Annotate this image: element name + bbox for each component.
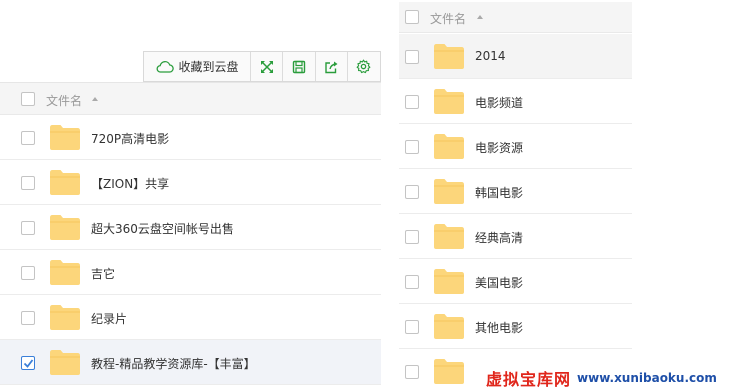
- column-header-filename[interactable]: 文件名: [46, 92, 82, 109]
- list-item[interactable]: 超大360云盘空间帐号出售: [0, 205, 381, 250]
- row-checkbox[interactable]: [405, 320, 419, 334]
- list-item-label[interactable]: 超大360云盘空间帐号出售: [91, 220, 234, 237]
- folder-icon: [434, 359, 464, 384]
- list-item[interactable]: 720P高清电影: [0, 115, 381, 160]
- list-item[interactable]: 【ZION】共享: [0, 160, 381, 205]
- list-item-label[interactable]: 电影频道: [475, 94, 523, 111]
- save-to-cloud-button[interactable]: 收藏到云盘: [144, 52, 252, 81]
- file-list-header: 文件名: [399, 2, 632, 33]
- fullscreen-button[interactable]: [251, 52, 284, 81]
- watermark-main-text: 虚拟宝库网: [486, 370, 572, 389]
- row-checkbox[interactable]: [405, 50, 419, 64]
- folder-icon: [50, 350, 80, 375]
- folder-icon: [434, 44, 464, 69]
- list-item-label[interactable]: 经典高清: [475, 229, 523, 246]
- list-item-label[interactable]: 720P高清电影: [91, 130, 169, 147]
- fullscreen-icon: [260, 60, 273, 73]
- list-item-label[interactable]: 韩国电影: [475, 184, 523, 201]
- share-icon: [324, 61, 338, 73]
- save-disk-icon: [292, 60, 306, 73]
- list-item-label[interactable]: 2014: [475, 49, 506, 63]
- row-checkbox[interactable]: [405, 230, 419, 244]
- list-item-label[interactable]: 教程-精品教学资源库-【丰富】: [91, 355, 256, 372]
- column-header-filename[interactable]: 文件名: [430, 10, 466, 27]
- file-list-header: 文件名: [0, 82, 381, 115]
- list-item[interactable]: 吉它: [0, 250, 381, 295]
- folder-icon: [434, 179, 464, 204]
- checkmark-icon: [23, 359, 34, 368]
- watermark-url: www.xunibaoku.com: [577, 371, 717, 385]
- list-item[interactable]: 经典高清: [399, 214, 632, 259]
- folder-icon: [434, 314, 464, 339]
- save-button[interactable]: [283, 52, 316, 81]
- toolbar: 收藏到云盘: [143, 51, 381, 82]
- list-item-label[interactable]: 美国电影: [475, 274, 523, 291]
- list-item[interactable]: 美国电影: [399, 259, 632, 304]
- select-all-checkbox[interactable]: [21, 92, 35, 106]
- list-item-label[interactable]: 纪录片: [91, 310, 127, 327]
- sort-asc-icon[interactable]: [92, 97, 98, 101]
- folder-icon: [50, 215, 80, 240]
- folder-icon: [50, 305, 80, 330]
- list-item[interactable]: 2014: [399, 34, 632, 79]
- list-item[interactable]: 纪录片: [0, 295, 381, 340]
- folder-icon: [50, 260, 80, 285]
- row-checkbox-checked[interactable]: [21, 356, 35, 370]
- folder-icon: [434, 89, 464, 114]
- sort-asc-icon[interactable]: [477, 15, 483, 19]
- cloud-icon: [156, 61, 174, 73]
- settings-button[interactable]: [348, 52, 380, 81]
- row-checkbox[interactable]: [21, 311, 35, 325]
- folder-icon: [434, 224, 464, 249]
- select-all-checkbox[interactable]: [405, 10, 419, 24]
- share-button[interactable]: [316, 52, 348, 81]
- row-checkbox[interactable]: [21, 176, 35, 190]
- row-checkbox[interactable]: [405, 140, 419, 154]
- row-checkbox[interactable]: [21, 131, 35, 145]
- row-checkbox[interactable]: [405, 95, 419, 109]
- list-item-label[interactable]: 吉它: [91, 265, 115, 282]
- row-checkbox[interactable]: [405, 365, 419, 379]
- list-item-label[interactable]: 其他电影: [475, 319, 523, 336]
- row-checkbox[interactable]: [405, 185, 419, 199]
- list-item[interactable]: 韩国电影: [399, 169, 632, 214]
- list-item-label[interactable]: 电影资源: [475, 139, 523, 156]
- list-item[interactable]: 电影资源: [399, 124, 632, 169]
- folder-icon: [50, 125, 80, 150]
- settings-icon: [356, 59, 371, 74]
- folder-icon: [50, 170, 80, 195]
- list-item-selected[interactable]: 教程-精品教学资源库-【丰富】: [0, 340, 381, 385]
- list-item[interactable]: 电影频道: [399, 79, 632, 124]
- save-to-cloud-label: 收藏到云盘: [178, 60, 239, 74]
- row-checkbox[interactable]: [21, 221, 35, 235]
- folder-icon: [434, 269, 464, 294]
- list-item-label[interactable]: 【ZION】共享: [91, 175, 169, 192]
- folder-icon: [434, 134, 464, 159]
- row-checkbox[interactable]: [405, 275, 419, 289]
- row-checkbox[interactable]: [21, 266, 35, 280]
- watermark: 虚拟宝库网 www.xunibaoku.com: [482, 367, 721, 389]
- list-item[interactable]: 其他电影: [399, 304, 632, 349]
